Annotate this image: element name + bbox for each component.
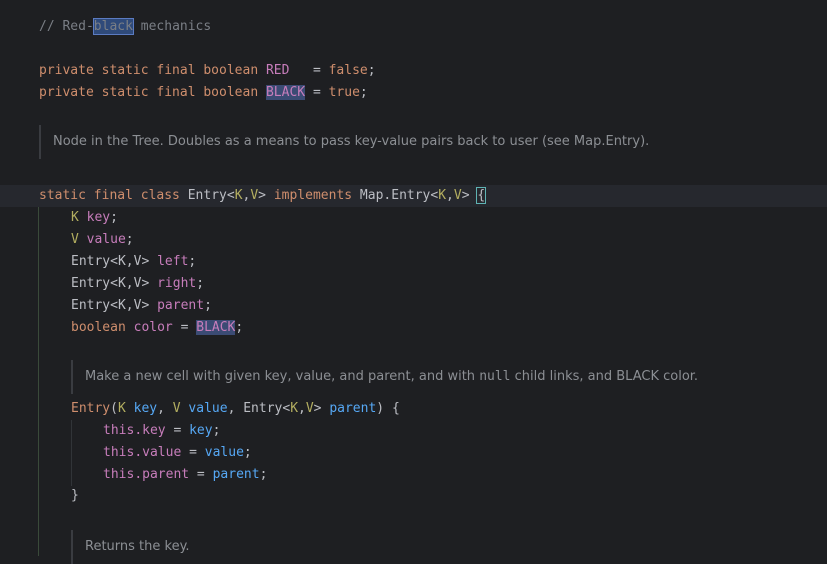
field-type: Entry<K,V> — [71, 276, 150, 291]
type-param: V — [250, 188, 259, 203]
field-access: .key — [134, 423, 166, 438]
field-red: RED — [265, 63, 290, 78]
field-type: boolean — [71, 320, 126, 335]
comment-text: // Red- — [39, 19, 94, 34]
field-name: parent — [157, 298, 205, 313]
code-line[interactable]: Entry<K,V> parent; — [0, 295, 827, 317]
field-access: .parent — [134, 467, 190, 482]
code-line[interactable]: Entry(K key, V value, Entry<K,V> parent)… — [0, 398, 827, 420]
field-type: V — [71, 232, 79, 247]
operator: = — [165, 423, 190, 438]
code-line[interactable]: Entry<K,V> right; — [0, 273, 827, 295]
class-name: Entry< — [179, 188, 235, 203]
semicolon: ; — [259, 467, 268, 482]
code-line[interactable]: private static final boolean RED = false… — [0, 60, 827, 82]
rendered-doc-comment: Make a new cell with given key, value, a… — [71, 360, 698, 394]
this-keyword: this — [103, 423, 135, 438]
search-highlight: black — [92, 18, 134, 35]
code-line[interactable]: V value; — [0, 229, 827, 251]
this-keyword: this — [103, 445, 135, 460]
field-name: right — [157, 276, 197, 291]
implements-keyword: implements — [273, 188, 353, 203]
literal: false — [328, 63, 368, 78]
field-name: left — [157, 254, 189, 269]
code-line[interactable]: } — [0, 485, 827, 507]
field-name: key — [86, 210, 111, 225]
code-line[interactable]: Entry<K,V> left; — [0, 251, 827, 273]
doc-text: Make a new cell with given key, value, a… — [85, 369, 480, 384]
semicolon: ; — [212, 423, 221, 438]
operator: = — [305, 85, 329, 100]
constructor-name: Entry — [71, 401, 111, 416]
modifiers: private static final boolean — [39, 85, 259, 100]
semicolon: ; — [359, 85, 368, 100]
angle-close: > — [461, 188, 478, 203]
comment-text: mechanics — [132, 19, 212, 34]
doc-code: null — [479, 369, 511, 384]
field-type: K — [71, 210, 79, 225]
black-reference: BLACK — [196, 320, 236, 335]
type-param: V — [453, 188, 462, 203]
code-line[interactable]: // Red-black mechanics — [0, 16, 827, 38]
code-line[interactable]: private static final boolean BLACK = tru… — [0, 82, 827, 104]
field-type: Entry<K,V> — [71, 298, 150, 313]
literal: true — [328, 85, 360, 100]
operator: = — [181, 445, 205, 460]
type-param: K — [234, 188, 243, 203]
field-access: .value — [134, 445, 182, 460]
operator: = — [189, 467, 213, 482]
code-editor[interactable]: // Red-black mechanics private static fi… — [0, 0, 827, 564]
field-black: BLACK — [265, 85, 306, 100]
angle-close: > — [258, 188, 274, 203]
code-line[interactable]: boolean color = BLACK; — [0, 317, 827, 339]
param-ref: value — [204, 445, 244, 460]
code-line[interactable]: this.key = key; — [0, 420, 827, 442]
param-ref: key — [189, 423, 213, 438]
close-brace: } — [71, 488, 79, 503]
this-keyword: this — [103, 467, 135, 482]
doc-text: child links, and BLACK color. — [510, 369, 699, 384]
field-type: Entry<K,V> — [71, 254, 150, 269]
type-param: K — [438, 188, 447, 203]
rendered-doc-comment: Node in the Tree. Doubles as a means to … — [39, 125, 649, 159]
interface-name: Map.Entry< — [352, 188, 439, 203]
param-ref: parent — [212, 467, 260, 482]
operator: = — [289, 63, 329, 78]
semicolon: ; — [235, 320, 244, 335]
constructor-params: (K key, V value, Entry<K,V> parent) { — [110, 401, 400, 416]
operator: = — [172, 320, 197, 335]
modifiers: static final class — [39, 188, 180, 203]
field-name: value — [86, 232, 126, 247]
rendered-doc-comment: Returns the key. — [71, 530, 190, 564]
code-line[interactable]: this.value = value; — [0, 442, 827, 464]
modifiers: private static final boolean — [39, 63, 259, 78]
semicolon: ; — [367, 63, 376, 78]
semicolon: ; — [243, 445, 252, 460]
code-line[interactable]: K key; — [0, 207, 827, 229]
code-line-current[interactable]: static final class Entry<K,V> implements… — [0, 185, 827, 207]
open-brace: { — [476, 187, 487, 204]
field-name: color — [133, 320, 173, 335]
code-line[interactable]: this.parent = parent; — [0, 464, 827, 486]
comma: , — [446, 188, 454, 203]
